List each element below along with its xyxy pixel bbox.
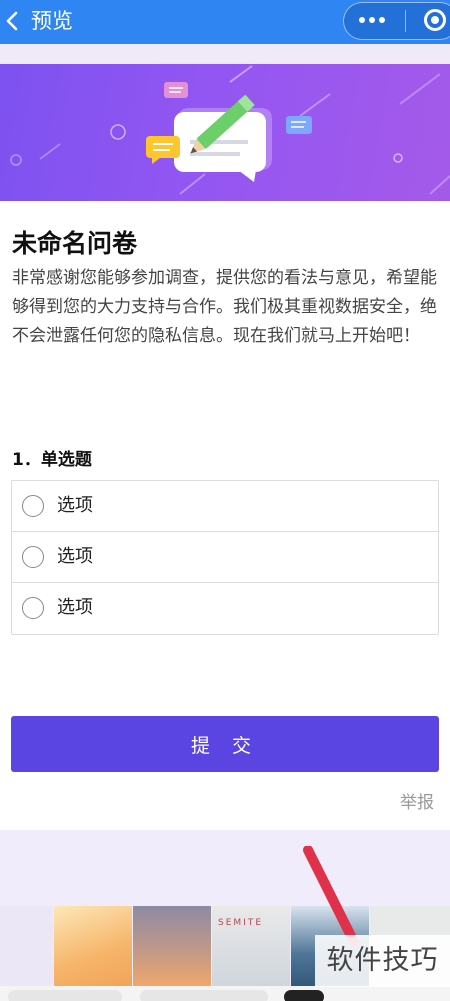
template-thumbnail[interactable] xyxy=(0,906,53,986)
radio-button[interactable] xyxy=(22,546,44,568)
page-title: 预览 xyxy=(31,9,73,33)
option-list: 选项 选项 选项 xyxy=(11,480,439,635)
radio-button[interactable] xyxy=(22,495,44,517)
back-chevron-icon[interactable] xyxy=(4,10,22,32)
toolbar-pill[interactable] xyxy=(8,990,122,1001)
more-dots-icon[interactable] xyxy=(358,17,386,23)
report-link[interactable]: 举报 xyxy=(400,790,434,816)
toolbar-pill[interactable] xyxy=(284,990,324,1001)
thumbnail-text: SEMITE xyxy=(218,918,264,928)
option-row[interactable]: 选项 xyxy=(12,481,438,532)
nav-bar: 预览 xyxy=(0,0,450,44)
survey-title: 未命名问卷 xyxy=(12,229,138,258)
option-label: 选项 xyxy=(57,546,93,567)
chat-edit-illustration xyxy=(10,65,450,195)
template-thumbnail[interactable] xyxy=(54,906,132,986)
survey-banner xyxy=(0,64,450,201)
survey-description: 非常感谢您能够参加调查，提供您的看法与意见，希望能够得到您的大力支持与合作。我们… xyxy=(12,268,437,346)
option-label: 选项 xyxy=(57,495,93,516)
submit-button[interactable]: 提 交 xyxy=(11,716,439,772)
question-title: 1．单选题 xyxy=(12,450,92,470)
toolbar-pill[interactable] xyxy=(140,990,268,1001)
watermark: 软件技巧 xyxy=(315,935,450,987)
template-thumbnail[interactable] xyxy=(133,906,211,986)
option-row[interactable]: 选项 xyxy=(12,583,438,634)
capsule-divider xyxy=(405,10,406,32)
template-thumbnail[interactable]: SEMITE xyxy=(212,906,290,986)
top-gap xyxy=(0,44,450,64)
radio-button[interactable] xyxy=(22,597,44,619)
option-label: 选项 xyxy=(57,597,93,618)
survey-card: 未命名问卷 非常感谢您能够参加调查，提供您的看法与意见，希望能够得到您的大力支持… xyxy=(0,64,450,830)
close-miniprogram-icon[interactable] xyxy=(424,9,446,31)
option-row[interactable]: 选项 xyxy=(12,532,438,583)
